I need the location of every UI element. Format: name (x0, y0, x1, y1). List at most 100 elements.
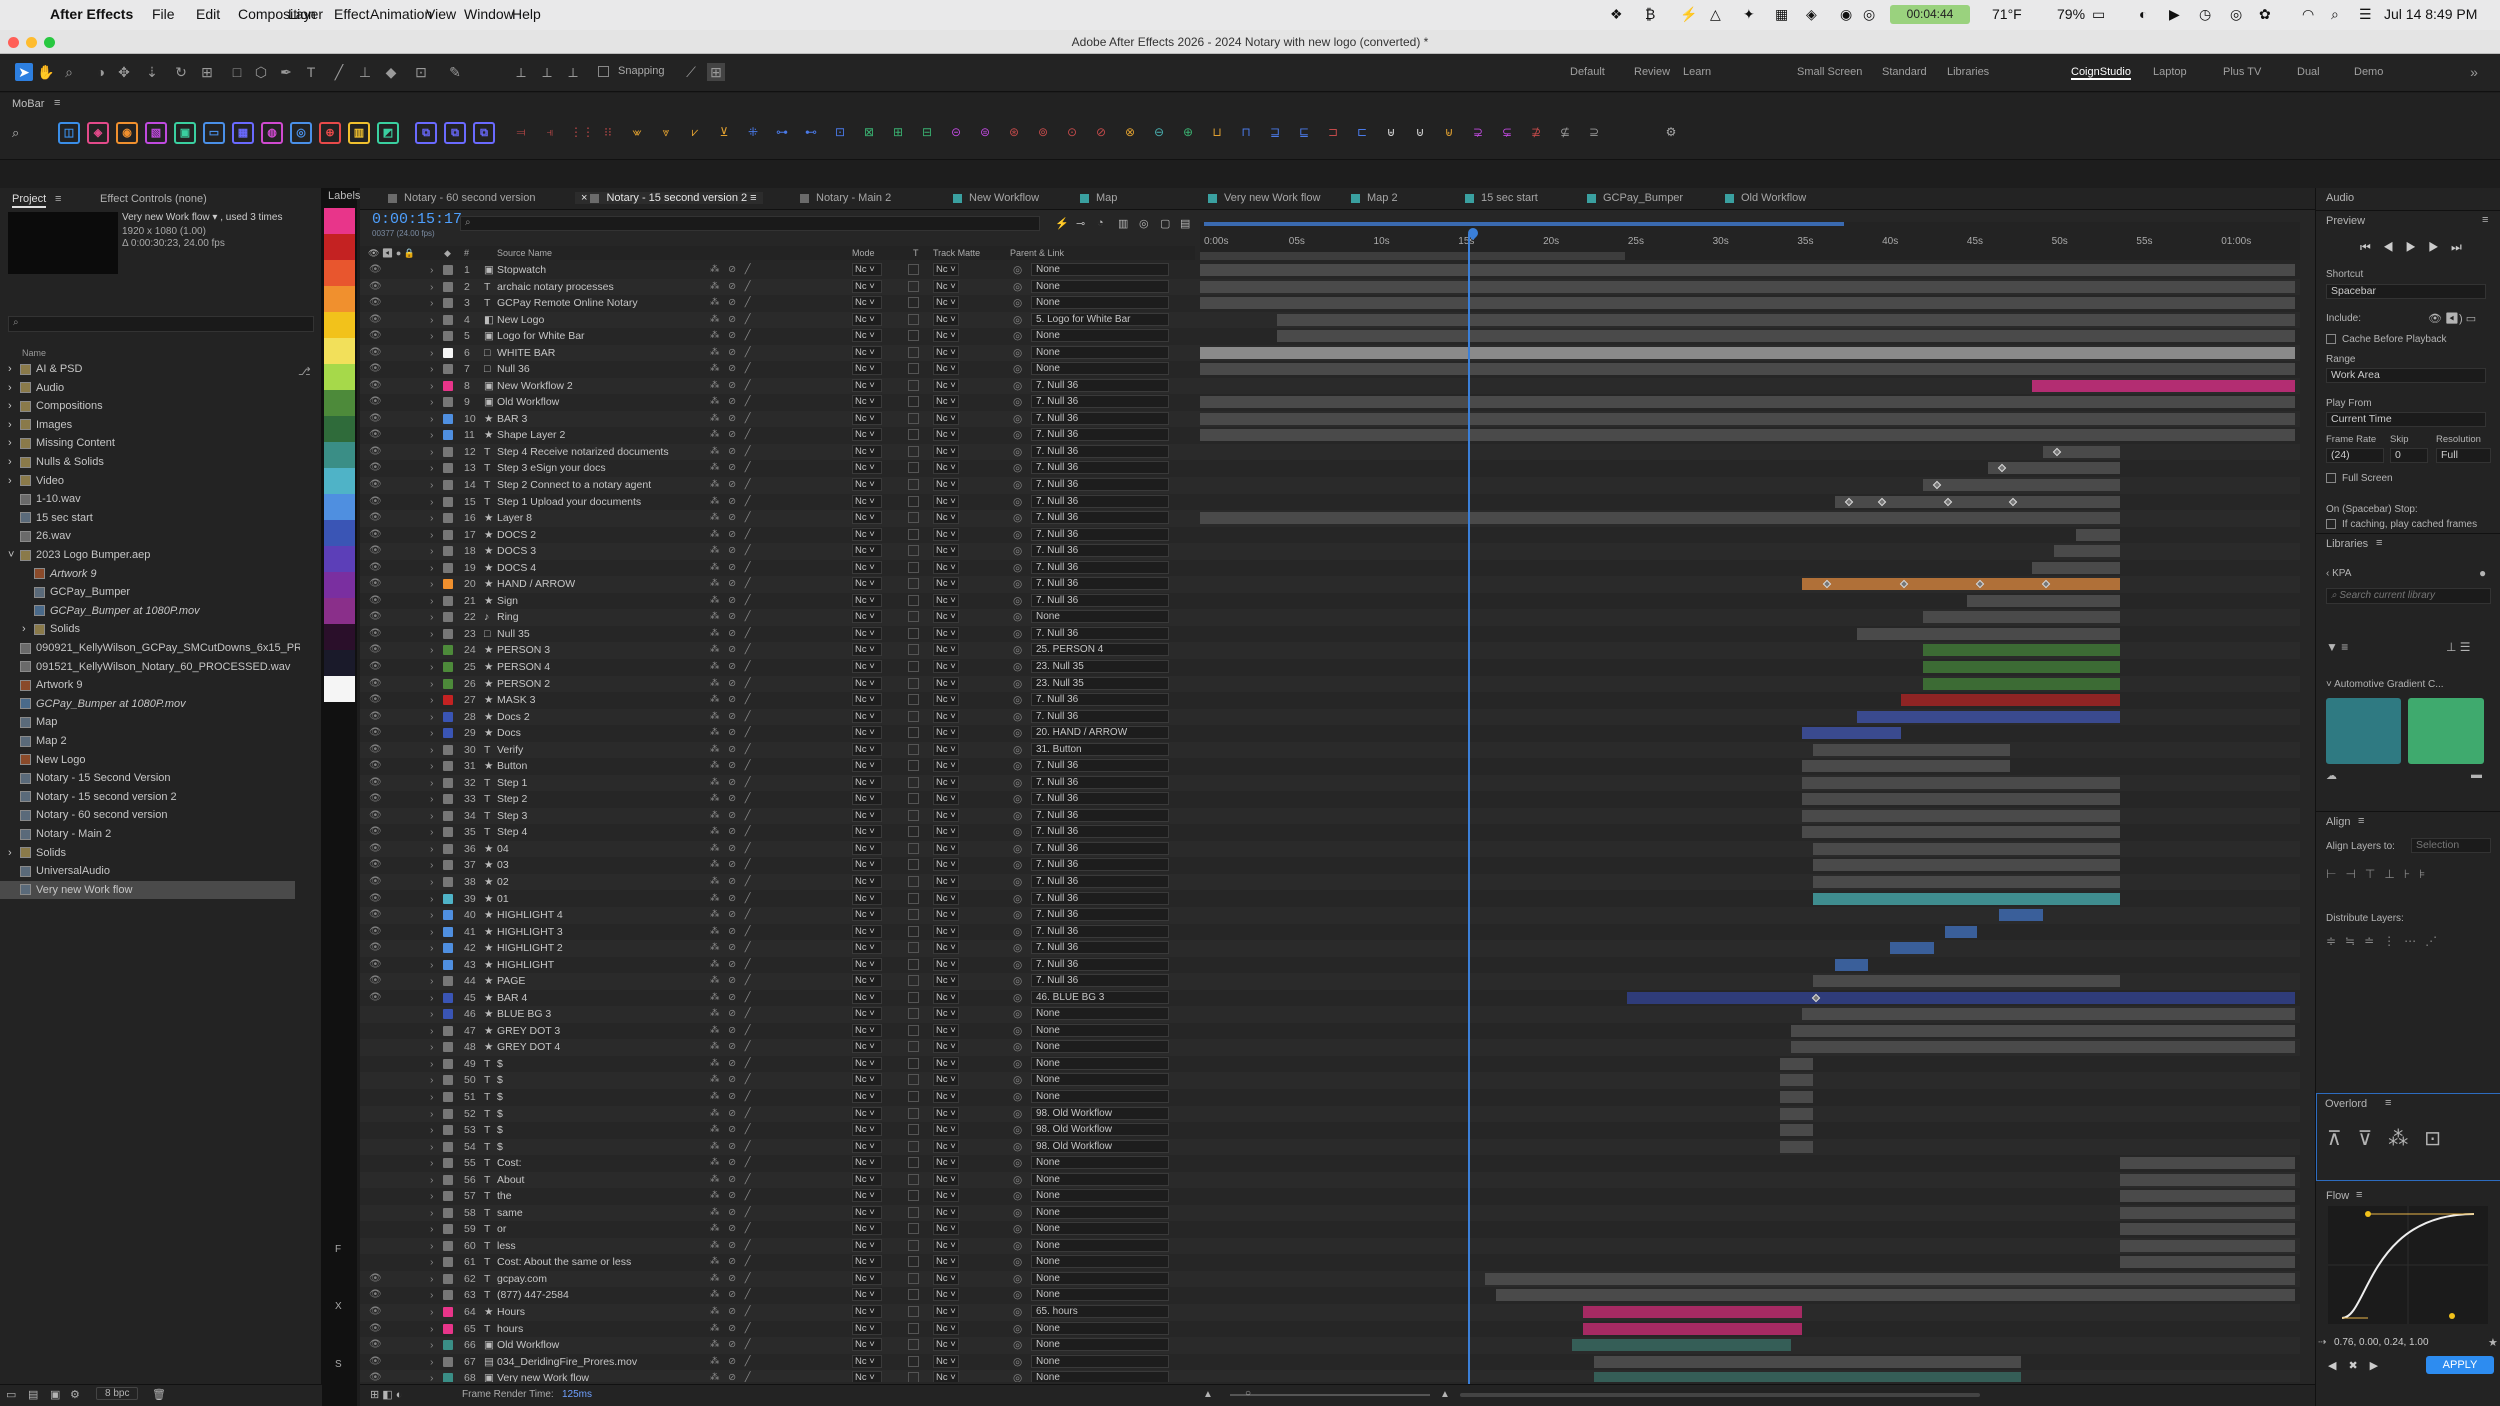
blend-mode-select[interactable]: Nc ˅ (852, 378, 882, 392)
parent-select[interactable]: None (1031, 1371, 1169, 1382)
layer-name[interactable]: Null 36 (497, 361, 697, 377)
layer-name[interactable]: Null 35 (497, 626, 697, 642)
layer-duration-bar[interactable] (1200, 346, 2295, 359)
parent-select[interactable]: 7. Null 36 (1031, 411, 1169, 425)
layer-name[interactable]: same (497, 1205, 697, 1221)
blend-mode-select[interactable]: Nc ˅ (852, 1321, 882, 1335)
layer-label-color[interactable] (443, 1075, 453, 1086)
comp-tab[interactable]: New Workflow (953, 192, 1039, 204)
pickwhip-icon[interactable]: ◎ (1013, 295, 1022, 311)
blend-mode-select[interactable]: Nc ˅ (852, 1255, 882, 1269)
layer-label-color[interactable] (443, 777, 453, 788)
chevron-right-icon[interactable]: › (430, 990, 434, 1006)
layer-label-color[interactable] (443, 843, 453, 854)
track-matte-select[interactable]: Nc ˅ (933, 444, 959, 458)
chevron-right-icon[interactable]: › (8, 453, 20, 471)
pan-tool-icon[interactable]: ✥ (115, 63, 133, 81)
chevron-right-icon[interactable]: › (430, 1254, 434, 1270)
layer-row[interactable]: 👁 › 63 T (877) 447-2584 ⁂ ⊘ ╱ Nc ˅ Nc ˅ ◎ None (360, 1287, 2300, 1304)
rotate-tool-icon[interactable]: ↻ (172, 63, 190, 81)
pickwhip-icon[interactable]: ◎ (1013, 1106, 1022, 1122)
comp-tab[interactable]: GCPay_Bumper (1587, 192, 1683, 204)
pickwhip-icon[interactable]: ◎ (1013, 659, 1022, 675)
visibility-icon[interactable]: 👁 (369, 560, 382, 576)
layer-switches[interactable]: ⁂ ⊘ ╱ (710, 460, 753, 476)
layer-label-color[interactable] (443, 695, 453, 706)
layer-name[interactable]: (877) 447-2584 (497, 1287, 697, 1303)
layer-switches[interactable]: ⁂ ⊘ ╱ (710, 659, 753, 675)
track-matte-select[interactable]: Nc ˅ (933, 742, 959, 756)
preview-tab[interactable]: Preview (2326, 215, 2365, 227)
curve-handle[interactable] (2365, 1211, 2371, 1217)
preserve-transparency-toggle[interactable] (908, 793, 919, 805)
layer-name[interactable]: GREY DOT 3 (497, 1023, 697, 1039)
pickwhip-icon[interactable]: ◎ (1013, 460, 1022, 476)
layer-label-color[interactable] (443, 810, 453, 821)
work-area-bar[interactable] (1204, 222, 1844, 226)
layer-name[interactable]: DOCS 3 (497, 543, 697, 559)
layer-switches[interactable]: ⁂ ⊘ ╱ (710, 907, 753, 923)
mobar-action-icon[interactable]: ⊑ (1295, 123, 1313, 141)
layer-row[interactable]: 👁›60Tless⁂ ⊘ ╱Nc ˅Nc ˅◎None (360, 1237, 2300, 1255)
layer-row[interactable]: 👁›57Tthe⁂ ⊘ ╱Nc ˅Nc ˅◎None (360, 1188, 2300, 1205)
layer-name[interactable]: HAND / ARROW (497, 576, 697, 592)
layer-label-color[interactable] (443, 876, 453, 887)
visibility-icon[interactable]: 👁 (369, 857, 382, 873)
parent-select[interactable]: None (1031, 1156, 1169, 1170)
layer-label-color[interactable] (443, 413, 453, 424)
layer-duration-bar[interactable] (1802, 776, 2120, 789)
menu-view[interactable]: View (426, 6, 456, 22)
mobar-tool-icon[interactable]: ◫ (58, 122, 80, 144)
pickwhip-icon[interactable]: ◎ (1013, 907, 1022, 923)
status-icon[interactable]: ◎ (2230, 6, 2242, 23)
mobar-action-icon[interactable]: ⊐ (1324, 123, 1342, 141)
blend-mode-select[interactable]: Nc ˅ (852, 626, 882, 640)
layer-label-color[interactable] (443, 645, 453, 656)
visibility-icon[interactable]: 👁 (369, 742, 382, 758)
layer-label-color[interactable] (443, 1240, 453, 1251)
layer-row[interactable]: 👁 › 24 ★ PERSON 3 ⁂ ⊘ ╱ Nc ˅ Nc ˅ ◎ 25. PERSON 4 (360, 642, 2300, 659)
include-video-icon[interactable]: 👁 ◀) ▭ (2428, 312, 2476, 325)
track-matte-select[interactable]: Nc ˅ (933, 362, 959, 376)
axis-tool-icon[interactable]: ⟂ (538, 63, 556, 81)
preserve-transparency-toggle[interactable] (908, 1289, 919, 1301)
pickwhip-icon[interactable]: ◎ (1013, 1172, 1022, 1188)
layer-label-color[interactable] (443, 397, 453, 408)
layer-duration-bar[interactable] (2119, 1157, 2295, 1170)
chevron-right-icon[interactable]: › (430, 576, 434, 592)
layer-label-color[interactable] (443, 794, 453, 805)
preserve-transparency-toggle[interactable] (908, 1173, 919, 1185)
layer-switches[interactable]: ⁂ ⊘ ╱ (710, 1006, 753, 1022)
new-comp-icon[interactable]: ▣ (50, 1388, 60, 1401)
panel-menu-icon[interactable]: ≡ (54, 97, 60, 109)
layer-label-color[interactable] (443, 1025, 453, 1036)
visibility-icon[interactable]: 👁 (369, 907, 382, 923)
track-matte-select[interactable]: Nc ˅ (933, 957, 959, 971)
cloud-icon[interactable]: ☁ (2326, 769, 2337, 782)
flow-arrow-icon[interactable]: ⇢ (2318, 1337, 2326, 1348)
layer-row[interactable]: 👁 › 65 Thours ⁂ ⊘ ╱ Nc ˅ Nc ˅ ◎ None (360, 1321, 2300, 1338)
chevron-right-icon[interactable]: › (430, 378, 434, 394)
mobar-action-icon[interactable]: ⊻ (715, 123, 733, 141)
parent-link-header[interactable]: Parent & Link (1010, 246, 1064, 260)
axis-tool-icon[interactable]: ⟂ (512, 63, 530, 81)
project-item[interactable]: › Audio (0, 379, 300, 397)
mobar-action-icon[interactable]: ⊡ (831, 123, 849, 141)
stamp-tool-icon[interactable]: ⊥ (356, 63, 374, 81)
mobar-align-icon[interactable]: ⧉ (415, 122, 437, 144)
visibility-icon[interactable]: 👁 (369, 609, 382, 625)
layer-switches[interactable]: ⁂ ⊘ ╱ (710, 1238, 753, 1254)
project-item[interactable]: › AI & PSD (0, 360, 300, 378)
layer-label-color[interactable] (443, 562, 453, 573)
layer-name[interactable]: Step 4 (497, 824, 697, 840)
chevron-right-icon[interactable]: › (430, 527, 434, 543)
layer-name[interactable]: BAR 4 (497, 990, 697, 1006)
track-matte-select[interactable]: Nc ˅ (933, 693, 959, 707)
blend-mode-select[interactable]: Nc ˅ (852, 1189, 882, 1203)
layer-row[interactable]: 👁 › 2 Tarchaic notary processes ⁂ ⊘ ╱ Nc ˅ Nc … (360, 278, 2300, 296)
layer-row[interactable]: 👁 › 1 ▣ Stopwatch ⁂ ⊘ ╱ Nc ˅ Nc ˅ ◎ None (360, 262, 2300, 279)
work-area-range[interactable] (1200, 252, 1625, 260)
chevron-right-icon[interactable]: › (430, 394, 434, 410)
parent-select[interactable]: 7. Null 36 (1031, 544, 1169, 558)
layer-row[interactable]: 👁 › 33 T Step 2 ⁂ ⊘ ╱ Nc ˅ Nc ˅ ◎ 7. Null 36 (360, 791, 2300, 808)
